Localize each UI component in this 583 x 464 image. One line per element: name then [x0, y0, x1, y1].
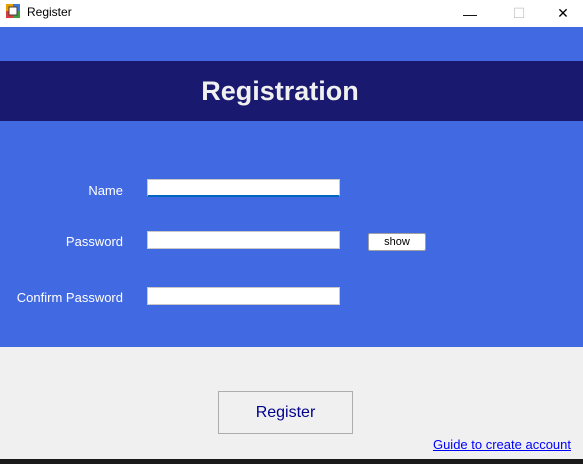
maximize-button: ☐ — [512, 5, 526, 21]
windows-form-icon — [6, 4, 20, 18]
name-label: Name — [88, 183, 123, 198]
confirm-password-field[interactable] — [147, 287, 340, 305]
show-password-button[interactable]: show — [368, 233, 426, 251]
window-title: Register — [27, 5, 72, 19]
close-button[interactable]: ✕ — [540, 0, 583, 27]
name-field[interactable] — [147, 179, 340, 197]
title-bar: Register — ☐ ✕ — [0, 0, 583, 27]
password-label: Password — [65, 234, 123, 249]
confirm-password-label: Confirm Password — [16, 290, 123, 305]
page-title: Registration — [201, 76, 359, 106]
register-button[interactable]: Register — [218, 391, 353, 434]
password-field[interactable] — [147, 231, 340, 249]
minimize-button[interactable]: — — [447, 0, 493, 27]
guide-link[interactable]: Guide to create account — [433, 437, 571, 452]
window-bottom-edge — [0, 459, 583, 464]
